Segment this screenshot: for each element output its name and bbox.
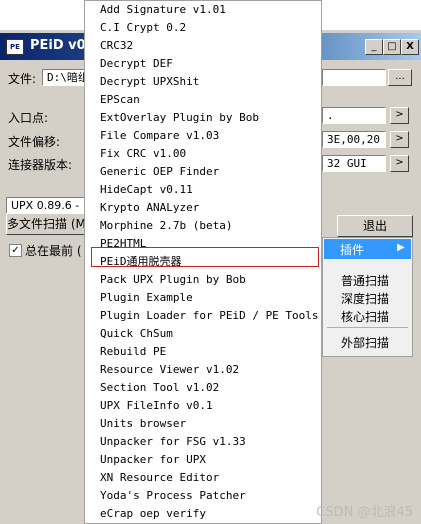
- multi-file-scan-button[interactable]: 多文件扫描 (M: [6, 213, 86, 235]
- entry-point-field[interactable]: .: [322, 107, 386, 124]
- plugin-menu-item[interactable]: HideCapt v0.11: [100, 183, 193, 197]
- deep-scan-menu-item[interactable]: 深度扫描: [341, 290, 389, 307]
- plugin-menu-item[interactable]: Decrypt DEF: [100, 57, 173, 71]
- entry-point-details-button[interactable]: >: [390, 107, 409, 124]
- plugin-menu-item[interactable]: CRC32: [100, 39, 133, 53]
- csdn-watermark: CSDN @北浪45: [316, 505, 413, 520]
- plugin-menu-item[interactable]: XN Resource Editor: [100, 471, 219, 485]
- file-offset-label: 文件偏移:: [8, 135, 61, 149]
- exit-button[interactable]: 退出: [337, 215, 413, 237]
- linker-version-label: 连接器版本:: [8, 158, 73, 172]
- menu-separator: [327, 327, 408, 328]
- plugin-menu-item[interactable]: Unpacker for FSG v1.33: [100, 435, 246, 449]
- external-scan-menu-item[interactable]: 外部扫描: [341, 334, 389, 351]
- plugin-menu-item[interactable]: Unpacker for UPX: [100, 453, 206, 467]
- highlight-box: [91, 247, 319, 267]
- plugin-menu-item[interactable]: Pack UPX Plugin by Bob: [100, 273, 246, 287]
- context-menu: 插件 ▶ 普通扫描 深度扫描 核心扫描 外部扫描: [322, 237, 413, 357]
- plugin-menu-item[interactable]: eCrap oep verify: [100, 507, 206, 521]
- minimize-button[interactable]: _: [365, 39, 383, 55]
- peid-app-icon: PE: [6, 39, 24, 55]
- subsystem-field[interactable]: 32 GUI: [322, 155, 386, 172]
- file-offset-field[interactable]: 3E,00,20: [322, 131, 386, 148]
- plugin-menu-item[interactable]: EPScan: [100, 93, 140, 107]
- plugin-menu-item[interactable]: Decrypt UPXShit: [100, 75, 199, 89]
- plugin-menu-item[interactable]: C.I Crypt 0.2: [100, 21, 186, 35]
- plugin-menu-item[interactable]: Generic OEP Finder: [100, 165, 219, 179]
- always-on-top-label: 总在最前 (: [25, 244, 82, 258]
- file-path-field-right[interactable]: [322, 69, 386, 86]
- browse-button[interactable]: ...: [388, 69, 412, 86]
- maximize-button[interactable]: □: [383, 39, 401, 55]
- window-title: PEiD v0: [30, 38, 86, 53]
- plugin-menu-item[interactable]: Fix CRC v1.00: [100, 147, 186, 161]
- plugin-menu-item[interactable]: Quick ChSum: [100, 327, 173, 341]
- plugin-menu-item[interactable]: Krypto ANALyzer: [100, 201, 199, 215]
- plugin-menu-item[interactable]: Resource Viewer v1.02: [100, 363, 239, 377]
- subsystem-details-button[interactable]: >: [390, 155, 409, 172]
- always-on-top-checkbox[interactable]: ✓: [9, 244, 22, 257]
- plugin-menu-item[interactable]: UPX FileInfo v0.1: [100, 399, 213, 413]
- plugin-menu-item[interactable]: Plugin Example: [100, 291, 193, 305]
- plugin-menu-item[interactable]: Add Signature v1.01: [100, 3, 226, 17]
- plugin-menu-item[interactable]: File Compare v1.03: [100, 129, 219, 143]
- close-button[interactable]: X: [401, 39, 419, 55]
- plugin-menu-item[interactable]: Units browser: [100, 417, 186, 431]
- normal-scan-menu-item[interactable]: 普通扫描: [341, 272, 389, 289]
- scan-result-field[interactable]: UPX 0.89.6 -: [6, 197, 86, 214]
- file-offset-details-button[interactable]: >: [390, 131, 409, 148]
- plugin-menu-item[interactable]: Rebuild PE: [100, 345, 166, 359]
- submenu-arrow-icon: ▶: [397, 242, 405, 253]
- plugin-menu-item[interactable]: Morphine 2.7b (beta): [100, 219, 232, 233]
- entry-point-label: 入口点:: [8, 111, 49, 125]
- plugin-menu-item[interactable]: Plugin Loader for PEiD / PE Tools: [100, 309, 319, 323]
- plugin-menu-item[interactable]: Section Tool v1.02: [100, 381, 219, 395]
- plugin-menu-item[interactable]: ExtOverlay Plugin by Bob: [100, 111, 259, 125]
- plugins-menu-item[interactable]: 插件 ▶: [324, 239, 411, 259]
- plugins-menu-label: 插件: [340, 243, 365, 257]
- file-path-field[interactable]: D:\暗组: [42, 69, 88, 86]
- core-scan-menu-item[interactable]: 核心扫描: [341, 308, 389, 325]
- file-label: 文件:: [8, 72, 37, 86]
- plugin-menu-item[interactable]: Yoda's Process Patcher: [100, 489, 246, 503]
